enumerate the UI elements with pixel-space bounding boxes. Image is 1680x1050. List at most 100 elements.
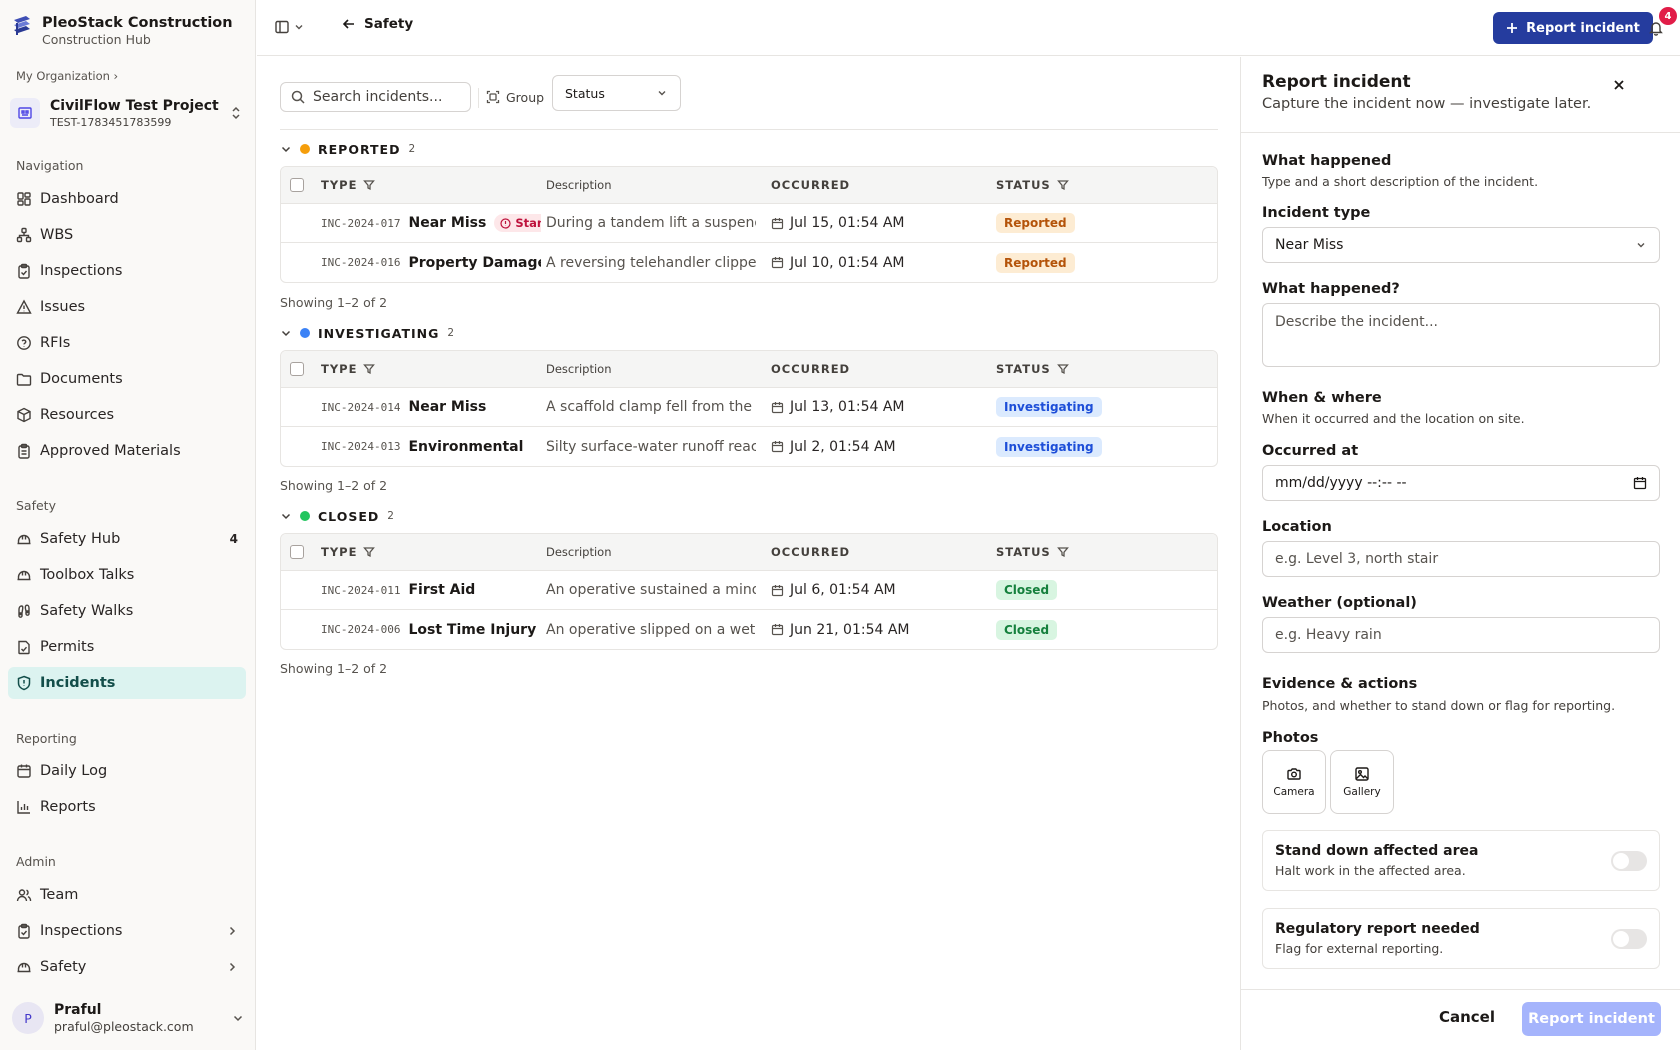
weather-field[interactable]	[1262, 617, 1660, 653]
group-header-investigating[interactable]: INVESTIGATING 2	[280, 323, 454, 343]
sidebar-item-rfis[interactable]: RFIs	[8, 327, 246, 359]
select-all-checkbox[interactable]	[290, 534, 304, 570]
project-switcher[interactable]: CivilFlow Test Project (U... TEST-178345…	[8, 92, 248, 134]
sidebar-item-label: Daily Log	[40, 763, 108, 779]
camera-button-label: Camera	[1273, 786, 1315, 798]
bar-chart-icon	[16, 799, 32, 815]
filter-icon[interactable]	[363, 179, 376, 191]
column-header-type[interactable]: TYPE	[321, 534, 376, 570]
column-header-status[interactable]: STATUS	[996, 351, 1069, 387]
section-subtitle-evidence: Photos, and whether to stand down or fla…	[1262, 698, 1616, 713]
sidebar-item-issues[interactable]: Issues	[8, 291, 246, 323]
user-menu[interactable]: P Praful praful@pleostack.com	[8, 997, 248, 1039]
filter-icon[interactable]	[363, 546, 376, 558]
weather-input[interactable]	[1275, 627, 1647, 643]
notifications-button[interactable]: 4	[1640, 7, 1677, 44]
filter-icon[interactable]	[1056, 179, 1069, 191]
incident-description: An operative sustained a minor	[546, 582, 756, 598]
sidebar-item-safety-hub[interactable]: Safety Hub 4	[8, 523, 246, 555]
sidebar-item-label: Incidents	[40, 675, 116, 691]
incident-occurred-value: Jul 10, 01:54 AM	[790, 254, 905, 271]
status-badge: Investigating	[996, 397, 1102, 417]
group-status-dot	[300, 144, 310, 154]
group-header-closed[interactable]: CLOSED 2	[280, 506, 394, 526]
camera-icon	[1286, 766, 1302, 782]
sidebar-item-wbs[interactable]: WBS	[8, 219, 246, 251]
group-header-reported[interactable]: REPORTED 2	[280, 139, 415, 159]
sidebar-item-label: Documents	[40, 371, 123, 387]
sidebar-item-resources[interactable]: Resources	[8, 399, 246, 431]
column-header-occurred[interactable]: OCCURRED	[771, 167, 850, 203]
sidebar-item-permits[interactable]: Permits	[8, 631, 246, 663]
incident-status-cell: Reported	[996, 204, 1075, 242]
stand-down-tag: Stan	[494, 214, 541, 232]
sidebar-item-incidents[interactable]: Incidents	[8, 667, 246, 699]
filter-icon[interactable]	[363, 363, 376, 375]
back-to-safety-link[interactable]: Safety	[342, 16, 413, 32]
close-panel-button[interactable]	[1606, 74, 1632, 100]
search-box[interactable]	[280, 82, 471, 112]
table-row[interactable]: INC-2024-017 Near Miss Stan During a tan…	[281, 204, 1217, 243]
top-header: Safety Report incident 4	[257, 0, 1680, 56]
report-incident-submit-button[interactable]: Report incident	[1522, 1002, 1661, 1036]
sidebar-item-label: Team	[40, 887, 79, 903]
table-row[interactable]: INC-2024-016 Property Damage A reversing…	[281, 243, 1217, 282]
filter-icon[interactable]	[1056, 546, 1069, 558]
sidebar-item-approved-materials[interactable]: Approved Materials	[8, 435, 246, 467]
sidebar-item-documents[interactable]: Documents	[8, 363, 246, 395]
cancel-button[interactable]: Cancel	[1433, 1000, 1501, 1034]
table-row[interactable]: INC-2024-006 Lost Time Injury An operati…	[281, 610, 1217, 649]
stand-down-title: Stand down affected area	[1275, 843, 1479, 859]
select-all-checkbox[interactable]	[290, 351, 304, 387]
incident-type-select[interactable]: Near Miss	[1262, 227, 1660, 263]
incident-occurred: Jul 13, 01:54 AM	[771, 388, 905, 426]
location-field[interactable]	[1262, 541, 1660, 577]
column-header-occurred[interactable]: OCCURRED	[771, 351, 850, 387]
project-code: TEST-1783451783599	[50, 115, 172, 129]
select-all-checkbox[interactable]	[290, 167, 304, 203]
filter-icon[interactable]	[1056, 363, 1069, 375]
camera-button[interactable]: Camera	[1262, 750, 1326, 814]
sidebar-toggle-button[interactable]	[274, 19, 304, 35]
column-header-occurred[interactable]: OCCURRED	[771, 534, 850, 570]
pagination-summary: Showing 1–2 of 2	[280, 295, 388, 310]
sidebar-item-toolbox-talks[interactable]: Toolbox Talks	[8, 559, 246, 591]
users-icon	[16, 887, 32, 903]
sidebar-item-dashboard[interactable]: Dashboard	[8, 183, 246, 215]
location-input[interactable]	[1275, 551, 1647, 567]
calendar-icon[interactable]	[1633, 476, 1647, 490]
report-incident-header-button[interactable]: Report incident	[1493, 12, 1653, 44]
column-header-type[interactable]: TYPE	[321, 167, 376, 203]
sidebar-item-team[interactable]: Team	[8, 879, 246, 911]
sidebar-item-daily-log[interactable]: Daily Log	[8, 755, 246, 787]
gallery-button[interactable]: Gallery	[1330, 750, 1394, 814]
incident-description: A reversing telehandler clipped	[546, 254, 756, 271]
group-count: 2	[447, 327, 455, 339]
sidebar-item-reports[interactable]: Reports	[8, 791, 246, 823]
sidebar-item-label: Issues	[40, 299, 86, 315]
brand[interactable]: PleoStack Construction Construction Hub	[12, 14, 233, 48]
table-row[interactable]: INC-2024-011 First Aid An operative sust…	[281, 571, 1217, 610]
incident-occurred-value: Jul 13, 01:54 AM	[790, 399, 905, 415]
sidebar-item-inspections[interactable]: Inspections	[8, 255, 246, 287]
column-header-status[interactable]: STATUS	[996, 534, 1069, 570]
table-row[interactable]: INC-2024-014 Near Miss A scaffold clamp …	[281, 388, 1217, 427]
regulatory-report-toggle[interactable]	[1611, 929, 1647, 949]
shield-alert-icon	[16, 675, 32, 691]
column-header-type[interactable]: TYPE	[321, 351, 376, 387]
table-row[interactable]: INC-2024-013 Environmental Silty surface…	[281, 427, 1217, 466]
chevron-down-icon	[1635, 239, 1647, 251]
organization-breadcrumb[interactable]: My Organization ›	[16, 69, 118, 83]
sidebar-item-safety-walks[interactable]: Safety Walks	[8, 595, 246, 627]
report-incident-panel: Report incident Capture the incident now…	[1240, 57, 1680, 1050]
stand-down-toggle[interactable]	[1611, 851, 1647, 871]
group-by-select[interactable]: Status	[552, 75, 681, 111]
search-input[interactable]	[313, 89, 453, 105]
what-happened-textarea[interactable]	[1262, 303, 1660, 367]
chevron-down-icon	[232, 1012, 244, 1024]
sidebar-item-admin-inspections[interactable]: Inspections	[8, 915, 246, 947]
occurred-at-field[interactable]: mm/dd/yyyy --:-- --	[1262, 465, 1660, 501]
sidebar-item-admin-safety[interactable]: Safety	[8, 951, 246, 983]
clipboard-list-icon	[16, 443, 32, 459]
column-header-status[interactable]: STATUS	[996, 167, 1069, 203]
